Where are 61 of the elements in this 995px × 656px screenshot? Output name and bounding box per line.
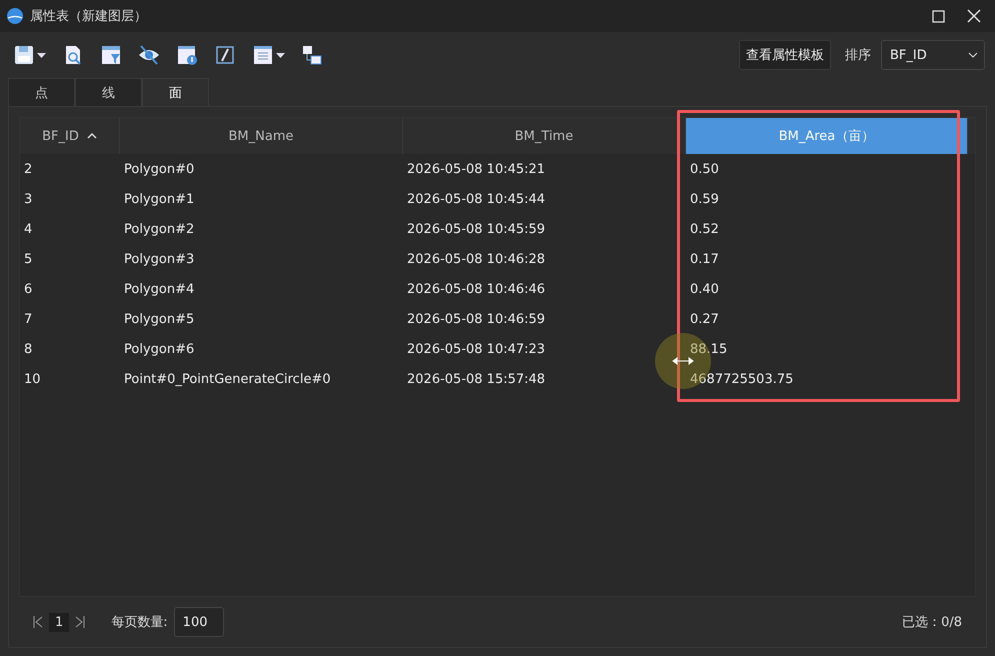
list-icon [252, 44, 274, 66]
table-cell-text: 2026-05-08 10:45:59 [406, 222, 546, 236]
layer-tab[interactable]: 点 [8, 78, 75, 106]
table-cell-text: 2026-05-08 10:46:59 [406, 312, 546, 326]
selection-count: 已选：0/8 [902, 614, 962, 631]
table-cell-text: 0.50 [689, 162, 720, 176]
table-cell-text: 10 [23, 372, 42, 386]
table-cell-text: Polygon#6 [123, 342, 196, 356]
table-cell-text: 88.15 [689, 342, 728, 356]
table-cell-text: 8 [23, 342, 34, 356]
layer-tab[interactable]: 面 [142, 78, 209, 106]
windows-icon [301, 44, 323, 66]
sort-label: 排序 [845, 47, 871, 64]
page-size-field[interactable]: 100 [174, 607, 224, 637]
page-size-label: 每页数量: [111, 614, 168, 631]
table-cell-text: 0.17 [689, 252, 720, 266]
eye-slash-icon [138, 44, 160, 66]
table-cell-text: Polygon#3 [123, 252, 196, 266]
table-cell-text: Polygon#2 [123, 222, 196, 236]
sort-up-icon [86, 133, 97, 139]
close-icon [967, 9, 981, 23]
table-cell-text: 2026-05-08 10:45:21 [406, 162, 546, 176]
template-button[interactable]: 查看属性模板 [739, 40, 831, 70]
table-cell-text: Point#0_PointGenerateCircle#0 [123, 372, 332, 386]
table-cell-text: 0.52 [689, 222, 720, 236]
table-cell-text: 2 [23, 162, 34, 176]
table-download-icon [176, 44, 198, 66]
table-cell-text: 2026-05-08 15:57:48 [406, 372, 546, 386]
table-cell-text: 2026-05-08 10:47:23 [406, 342, 546, 356]
maximize-icon [932, 10, 944, 22]
table-cell-text: Polygon#1 [123, 192, 196, 206]
table-cell-text: 4 [23, 222, 34, 236]
table-cell-text: 2026-05-08 10:45:44 [406, 192, 546, 206]
app-logo-icon [6, 7, 24, 25]
caret-icon [276, 52, 285, 58]
table-cell-text: 5 [23, 252, 34, 266]
window-title: 属性表（新建图层） [30, 8, 148, 25]
caret-icon [37, 52, 46, 58]
column-header[interactable]: BM_Name [120, 118, 403, 154]
resize-cursor-icon [672, 357, 694, 365]
table-cell-text: 2026-05-08 10:46:28 [406, 252, 546, 266]
table-cell-text: Polygon#5 [123, 312, 196, 326]
sort-select[interactable]: BF_ID [881, 40, 985, 70]
table-cell-text: 0.59 [689, 192, 720, 206]
chevron-down-icon [968, 52, 978, 58]
table-cell-text: 4687725503.75 [689, 372, 794, 386]
first-page-button[interactable] [33, 616, 43, 628]
table-cell-text: 7 [23, 312, 34, 326]
table-cell-text: Polygon#0 [123, 162, 196, 176]
table-cell-text: Polygon#4 [123, 282, 196, 296]
pencil-frame-icon [214, 44, 236, 66]
table-cell-text: 0.27 [689, 312, 720, 326]
filter-table-icon [100, 44, 122, 66]
layer-tab[interactable]: 线 [75, 78, 142, 106]
table-cell-text: 6 [23, 282, 34, 296]
last-page-button[interactable] [75, 616, 86, 628]
table-cell-text: 2026-05-08 10:46:46 [406, 282, 546, 296]
page-number[interactable]: 1 [49, 612, 70, 632]
column-header[interactable]: BF_ID [20, 118, 120, 154]
table-cell-text: 3 [23, 192, 34, 206]
table-cell-text: 0.40 [689, 282, 720, 296]
